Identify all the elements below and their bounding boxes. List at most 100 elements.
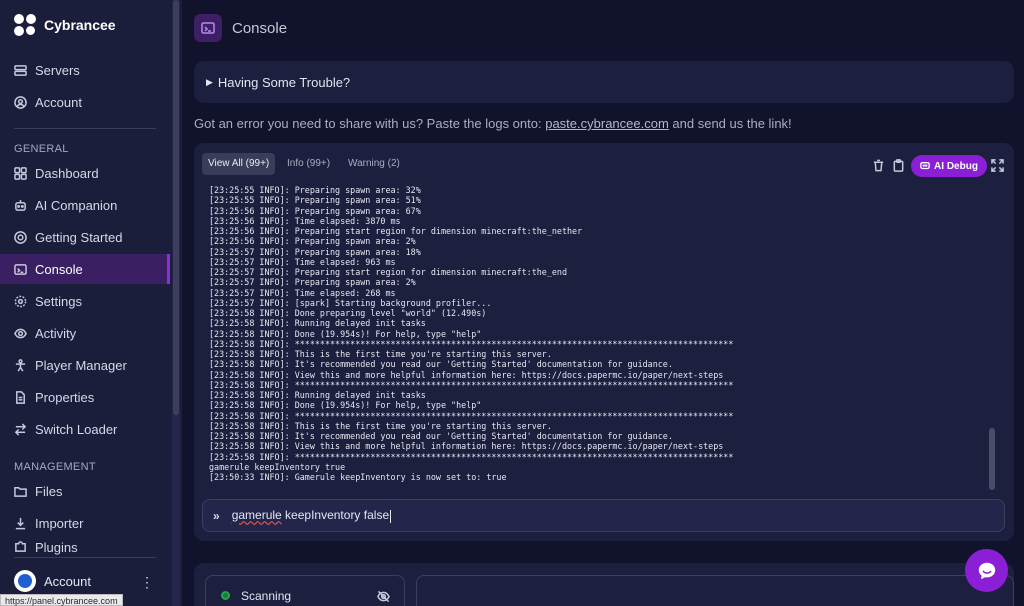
log-line: [23:25:58 INFO]: Done (19.954s)! For hel… — [209, 400, 482, 411]
sidebar-item-label: Activity — [35, 325, 77, 341]
command-input[interactable]: » gamerule keepInventory false — [202, 499, 1005, 532]
log-line: [23:25:58 INFO]: View this and more help… — [209, 369, 724, 380]
sidebar-item-ai-companion[interactable]: AI Companion — [0, 190, 170, 220]
file-icon — [14, 390, 27, 404]
log-line: [23:25:56 INFO]: Preparing spawn area: 6… — [209, 205, 421, 216]
log-line: [23:25:57 INFO]: Preparing spawn area: 2… — [209, 277, 416, 288]
console-scrollbar[interactable] — [989, 428, 995, 490]
log-line: [23:25:58 INFO]: Running delayed init ta… — [209, 390, 426, 400]
sidebar-item-label: Properties — [35, 389, 95, 405]
tab-view-all[interactable]: View All (99+) — [202, 153, 276, 175]
sidebar-item-player-manager[interactable]: Player Manager — [0, 350, 170, 380]
sidebar-item-label: Dashboard — [35, 165, 99, 181]
gear-icon — [14, 295, 27, 308]
sidebar-item-servers[interactable]: Servers — [0, 55, 170, 85]
avatar — [14, 570, 36, 592]
sidebar-item-label: Switch Loader — [35, 421, 118, 437]
status-box-secondary — [416, 575, 1014, 606]
expand-icon[interactable] — [991, 159, 1004, 172]
log-line: [23:25:58 INFO]: Running delayed init ta… — [209, 318, 426, 329]
share-suffix: and send us the link! — [668, 116, 792, 131]
clipboard-icon[interactable] — [892, 159, 905, 172]
account-menu[interactable]: Account — [14, 570, 91, 592]
download-icon — [14, 517, 27, 530]
chat-icon — [978, 562, 995, 579]
status-panel: Scanning — [194, 563, 1014, 606]
lifebuoy-icon — [14, 230, 27, 244]
cybrancee-logo-icon — [14, 14, 36, 36]
brand-name: Cybrancee — [44, 17, 116, 33]
sidebar-divider — [14, 557, 156, 558]
share-prefix: Got an error you need to share with us? … — [194, 116, 546, 131]
url-tooltip: https://panel.cybrancee.com — [0, 594, 123, 606]
log-line: [23:25:58 INFO]: ***********************… — [209, 338, 734, 349]
sidebar-item-plugins[interactable]: Plugins — [0, 540, 170, 555]
grid-icon — [14, 166, 27, 180]
console-panel: View All (99+) Info (99+) Warning (2) AI… — [194, 143, 1014, 541]
server-icon — [14, 64, 27, 77]
sidebar-scrollbar[interactable] — [173, 0, 179, 415]
log-line: [23:25:56 INFO]: Preparing spawn area: 2… — [209, 236, 416, 247]
sidebar-item-dashboard[interactable]: Dashboard — [0, 158, 170, 188]
folder-icon — [14, 485, 27, 498]
log-line: [23:25:57 INFO]: [spark] Starting backgr… — [209, 297, 492, 308]
log-line: [23:25:58 INFO]: Done (19.954s)! For hel… — [209, 328, 482, 339]
sidebar-item-label: Plugins — [35, 540, 78, 555]
more-options-icon[interactable]: ⋮ — [140, 574, 154, 591]
support-chat-button[interactable] — [965, 549, 1008, 592]
log-line: [23:25:55 INFO]: Preparing spawn area: 5… — [209, 195, 421, 206]
paste-link[interactable]: paste.cybrancee.com — [545, 116, 669, 131]
status-dot-icon — [221, 591, 230, 600]
page-title: Console — [232, 19, 288, 37]
page-header: Console — [194, 14, 287, 42]
brand[interactable]: Cybrancee — [14, 14, 116, 36]
terminal-icon — [194, 14, 222, 42]
sidebar-divider — [14, 128, 156, 129]
eye-off-icon[interactable] — [377, 590, 390, 603]
tab-info[interactable]: Info (99+) — [281, 153, 336, 175]
sidebar-item-getting-started[interactable]: Getting Started — [0, 222, 170, 252]
log-line: [23:25:58 INFO]: ***********************… — [209, 410, 734, 421]
ai-debug-button[interactable]: AI Debug — [911, 155, 987, 177]
trouble-disclosure[interactable]: ▶ Having Some Trouble? — [194, 61, 1014, 103]
chevrons-right-icon: » — [213, 508, 220, 523]
sidebar-item-console[interactable]: Console — [0, 254, 170, 284]
log-line: [23:25:58 INFO]: ***********************… — [209, 451, 734, 462]
robot-icon — [14, 199, 27, 212]
log-line: [23:25:58 INFO]: It's recommended you re… — [209, 431, 673, 441]
sidebar-item-label: Player Manager — [35, 357, 127, 373]
log-line: [23:25:57 INFO]: Time elapsed: 963 ms — [209, 256, 396, 267]
share-logs-hint: Got an error you need to share with us? … — [194, 116, 792, 131]
log-line: [23:25:57 INFO]: Preparing start region … — [209, 267, 567, 277]
sidebar-item-importer[interactable]: Importer — [0, 508, 170, 538]
section-label-management: MANAGEMENT — [14, 461, 96, 473]
log-line: [23:25:58 INFO]: This is the first time … — [209, 420, 552, 431]
log-line: [23:25:58 INFO]: Done preparing level "w… — [209, 308, 487, 318]
puzzle-icon — [14, 540, 27, 553]
sidebar-item-activity[interactable]: Activity — [0, 318, 170, 348]
sidebar-item-label: Getting Started — [35, 229, 123, 245]
sidebar-item-settings[interactable]: Settings — [0, 286, 170, 316]
user-circle-icon — [14, 95, 27, 109]
command-input-value: gamerule keepInventory false — [231, 508, 392, 523]
log-line: [23:25:58 INFO]: ***********************… — [209, 379, 734, 390]
log-line: [23:50:33 INFO]: Gamerule keepInventory … — [209, 472, 507, 482]
log-line: [23:25:55 INFO]: Preparing spawn area: 3… — [209, 185, 421, 195]
trash-icon[interactable] — [872, 159, 885, 172]
log-line: gamerule keepInventory true — [209, 461, 346, 472]
sidebar-item-switch-loader[interactable]: Switch Loader — [0, 414, 170, 444]
trouble-label: Having Some Trouble? — [217, 74, 351, 90]
console-log[interactable]: [23:25:55 INFO]: Preparing spawn area: 3… — [209, 185, 989, 485]
chat-bot-icon — [920, 162, 930, 170]
disclosure-triangle-icon: ▶ — [206, 76, 213, 87]
sidebar-item-properties[interactable]: Properties — [0, 382, 170, 412]
log-line: [23:25:57 INFO]: Preparing spawn area: 1… — [209, 246, 421, 257]
sidebar-item-label: Files — [35, 483, 63, 499]
sidebar-item-label: AI Companion — [35, 197, 118, 213]
sidebar-item-label: Account — [35, 94, 82, 110]
tab-warning[interactable]: Warning (2) — [342, 153, 406, 175]
sidebar-item-account[interactable]: Account — [0, 87, 170, 117]
sidebar-item-files[interactable]: Files — [0, 476, 170, 506]
terminal-icon — [14, 263, 27, 276]
sidebar-item-label: Console — [35, 261, 83, 277]
